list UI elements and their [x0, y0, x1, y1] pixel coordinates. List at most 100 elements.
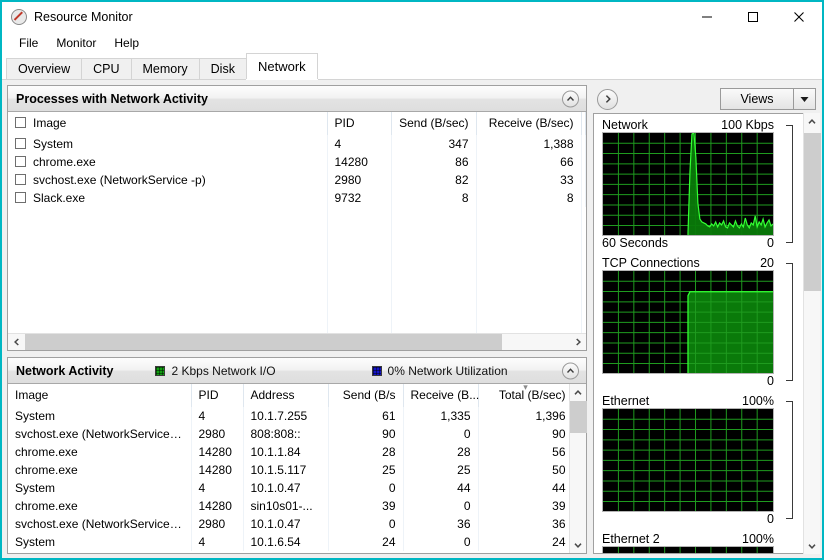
minimize-button[interactable] — [684, 2, 730, 32]
resource-monitor-icon — [11, 9, 27, 25]
table-row[interactable]: chrome.exe 14280 sin10s01-... 39 0 39 — [8, 497, 569, 515]
tab-memory[interactable]: Memory — [130, 58, 200, 79]
processes-col-receive[interactable]: Receive (B/sec) — [476, 112, 582, 135]
processes-col-pid[interactable]: PID — [327, 112, 392, 135]
tab-cpu[interactable]: CPU — [81, 58, 132, 79]
chevron-up-icon — [808, 118, 816, 124]
process-send-cell: 82 — [391, 171, 477, 189]
table-row[interactable]: chrome.exe 14280 86 66 — [8, 153, 587, 171]
graph-ethernet: Ethernet 100% 0 — [602, 394, 803, 527]
chevron-left-icon — [13, 338, 19, 346]
graph-network-max: 100 Kbps — [721, 118, 774, 132]
views-button-label: Views — [740, 92, 774, 106]
graph-ethernet-min: 0 — [767, 512, 774, 526]
tab-network[interactable]: Network — [245, 53, 318, 79]
table-row[interactable]: svchost.exe (NetworkService -p) 2980 82 … — [8, 171, 587, 189]
scroll-left-arrow[interactable] — [8, 334, 25, 351]
na-pid-cell: 4 — [191, 533, 244, 551]
chevron-right-icon — [575, 338, 581, 346]
na-address-cell: 10.1.0.47 — [243, 515, 329, 533]
tab-overview[interactable]: Overview — [6, 58, 83, 79]
graphs-scroll-up-arrow[interactable] — [804, 113, 821, 130]
na-col-receive[interactable]: Receive (B... — [403, 384, 479, 407]
na-col-image[interactable]: Image — [8, 384, 192, 407]
table-row[interactable]: System 4 10.1.7.255 61 1,335 1,396 — [8, 407, 569, 425]
views-button[interactable]: Views — [720, 88, 816, 110]
graph-tcp-name: TCP Connections — [602, 256, 700, 270]
na-send-cell: 39 — [328, 497, 404, 515]
na-total-cell: 39 — [478, 497, 569, 515]
graph-ethernet-plot — [603, 409, 773, 511]
graph-tcp-canvas — [602, 270, 774, 374]
graph-tcp-head: TCP Connections 20 — [602, 256, 774, 270]
scroll-right-arrow[interactable] — [569, 334, 586, 351]
process-image-cell[interactable]: Slack.exe — [8, 189, 328, 207]
table-row[interactable]: chrome.exe 14280 10.1.1.84 28 28 56 — [8, 443, 569, 461]
legend-network-utilization-text: 0% Network Utilization — [387, 363, 508, 378]
graph-network-canvas — [602, 132, 774, 236]
na-col-pid[interactable]: PID — [191, 384, 244, 407]
na-pid-cell: 2980 — [191, 515, 244, 533]
menu-item-file[interactable]: File — [10, 34, 47, 52]
chevron-down-icon — [574, 542, 582, 548]
expand-graphs-button[interactable] — [597, 88, 618, 110]
v-scroll-track[interactable] — [569, 401, 587, 536]
select-all-checkbox[interactable] — [15, 117, 26, 128]
na-col-address[interactable]: Address — [243, 384, 329, 407]
row-checkbox[interactable] — [15, 192, 26, 203]
menu-item-help[interactable]: Help — [105, 34, 148, 52]
maximize-button[interactable] — [730, 2, 776, 32]
na-col-total[interactable]: ▾ Total (B/sec) — [478, 384, 569, 407]
table-row[interactable]: Slack.exe 9732 8 8 — [8, 189, 587, 207]
chevron-up-icon — [566, 95, 575, 101]
graphs-vertical-scrollbar[interactable] — [803, 113, 821, 554]
graph-tcp-max: 20 — [760, 256, 774, 270]
h-scroll-thumb[interactable] — [25, 333, 502, 350]
tab-strip: Overview CPU Memory Disk Network — [2, 53, 822, 80]
graph-ethernet-bracket — [786, 401, 793, 519]
processes-col-send[interactable]: Send (B/sec) — [391, 112, 477, 135]
graphs-v-scroll-thumb[interactable] — [803, 133, 821, 291]
process-image-cell[interactable]: System — [8, 135, 328, 153]
v-scroll-thumb[interactable] — [569, 401, 587, 433]
processes-horizontal-scrollbar[interactable] — [8, 333, 587, 351]
table-row[interactable]: svchost.exe (NetworkService -p) 2980 10.… — [8, 515, 569, 533]
process-image-cell[interactable]: svchost.exe (NetworkService -p) — [8, 171, 328, 189]
na-send-cell: 0 — [328, 479, 404, 497]
tab-disk[interactable]: Disk — [198, 58, 247, 79]
processes-col-image[interactable]: Image — [8, 112, 328, 135]
process-image-cell[interactable]: chrome.exe — [8, 153, 328, 171]
processes-col-spacer — [581, 112, 587, 135]
network-activity-table-scroll: Image PID Address Send (B/s Receive (B..… — [8, 384, 569, 553]
process-receive-cell: 66 — [476, 153, 582, 171]
close-button[interactable] — [776, 2, 822, 32]
table-row[interactable]: System 4 347 1,388 — [8, 135, 587, 153]
na-pid-cell: 4 — [191, 407, 244, 425]
graph-ethernet-2-name: Ethernet 2 — [602, 532, 660, 546]
na-image-cell: chrome.exe — [8, 497, 192, 515]
graphs-scroll-down-arrow[interactable] — [804, 537, 821, 554]
network-activity-collapse-button[interactable] — [562, 362, 579, 379]
table-row[interactable]: System 4 10.1.6.54 24 0 24 — [8, 533, 569, 551]
graphs-v-scroll-track[interactable] — [803, 130, 821, 537]
graph-network-bracket — [786, 125, 793, 243]
scroll-up-arrow[interactable] — [570, 384, 587, 401]
table-row[interactable]: svchost.exe (NetworkService -p) 2980 808… — [8, 425, 569, 443]
table-row[interactable]: System 4 10.1.0.47 0 44 44 — [8, 479, 569, 497]
views-dropdown-arrow[interactable] — [794, 96, 815, 103]
row-checkbox[interactable] — [15, 138, 26, 149]
na-col-send[interactable]: Send (B/s — [328, 384, 404, 407]
resource-monitor-window: Resource Monitor File Monitor Help Overv… — [0, 0, 824, 560]
network-activity-vertical-scrollbar[interactable] — [569, 384, 587, 553]
processes-panel-collapse-button[interactable] — [562, 90, 579, 107]
table-row[interactable]: chrome.exe 14280 10.1.5.117 25 25 50 — [8, 461, 569, 479]
menu-item-monitor[interactable]: Monitor — [47, 34, 105, 52]
row-checkbox[interactable] — [15, 156, 26, 167]
h-scroll-track[interactable] — [25, 333, 569, 350]
na-total-cell: 36 — [478, 515, 569, 533]
na-total-cell: 1,396 — [478, 407, 569, 425]
row-checkbox[interactable] — [15, 174, 26, 185]
na-receive-cell: 0 — [403, 425, 479, 443]
sort-descending-icon: ▾ — [523, 384, 528, 392]
scroll-down-arrow[interactable] — [570, 536, 587, 553]
